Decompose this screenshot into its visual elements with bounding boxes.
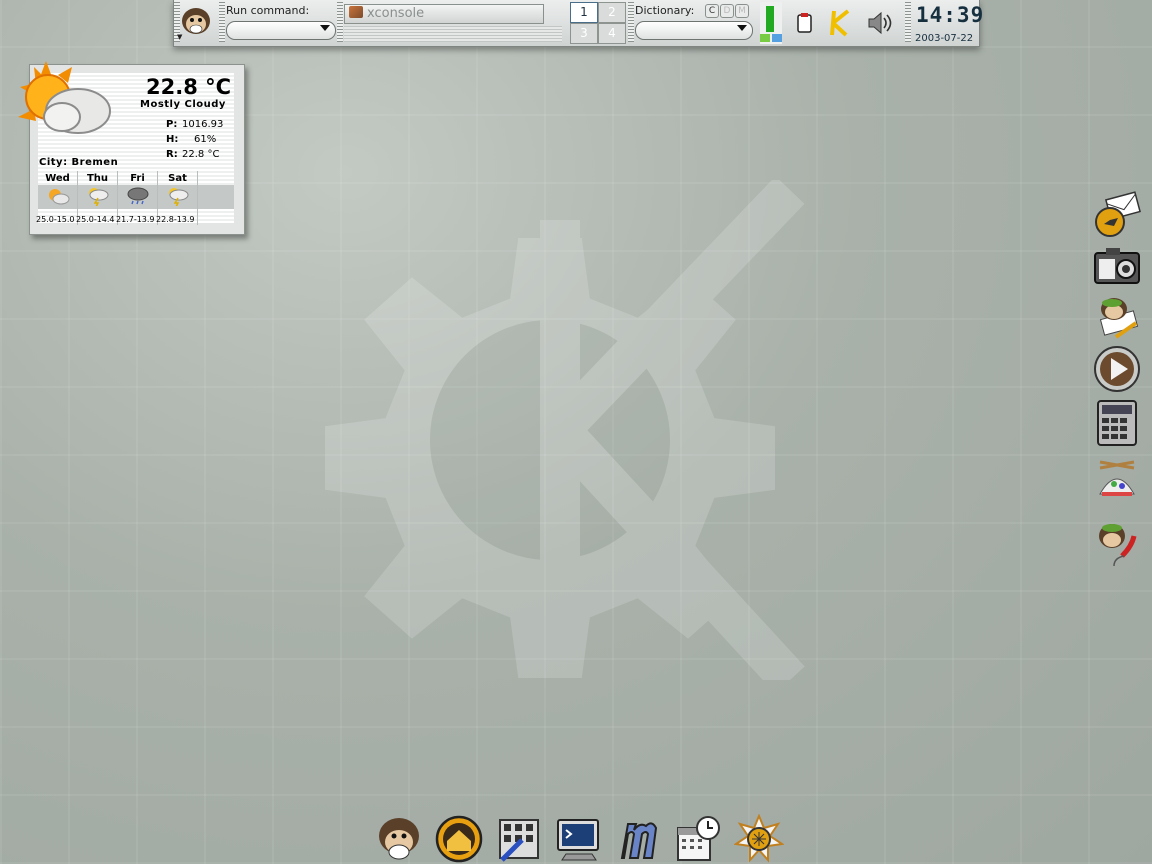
system-tray <box>786 2 906 43</box>
run-command-applet: Run command: <box>224 2 339 43</box>
forecast-day: Wed 25.0-15.0 <box>36 171 78 225</box>
run-command-combo[interactable] <box>226 21 336 40</box>
taskbar-empty-area <box>344 26 562 42</box>
monkey-notes-icon[interactable] <box>1092 293 1142 343</box>
forecast-range: 22.8-13.9 <box>156 215 195 224</box>
clock-date: 2003-07-22 <box>915 33 974 44</box>
weather-condition: Mostly Cloudy <box>140 99 226 110</box>
forecast-day-name: Wed <box>45 173 70 184</box>
kicker-panel: ▼ Run command: xconsole 1 2 3 4 Dictiona… <box>173 0 983 47</box>
weather-realfeel-row: R: 22.8 °C <box>166 149 219 160</box>
storm-cloud-icon <box>127 187 148 205</box>
task-label: xconsole <box>367 6 425 21</box>
taskbar: xconsole <box>344 2 564 43</box>
kde-k-icon[interactable] <box>828 9 852 37</box>
kmenu-button[interactable]: ▼ <box>176 2 216 43</box>
mail-icon[interactable] <box>1092 190 1142 240</box>
forecast-day-empty <box>198 171 237 225</box>
control-center-icon[interactable] <box>494 814 544 864</box>
dict-m-button[interactable]: M <box>735 4 749 18</box>
dictionary-applet: Dictionary: C D M <box>634 2 754 43</box>
forecast-day-name: Thu <box>86 173 109 184</box>
monkey-phone-icon[interactable] <box>1092 518 1142 568</box>
desktop-2-button[interactable]: 2 <box>598 2 626 23</box>
thunderstorm-icon <box>168 188 188 208</box>
web-browser-icon[interactable] <box>734 814 784 864</box>
menu-arrow-icon: ▼ <box>177 33 183 41</box>
dictionary-combo[interactable] <box>635 21 753 40</box>
thunderstorm-icon <box>88 188 108 208</box>
chevron-down-icon <box>737 25 747 31</box>
dict-c-button[interactable]: C <box>705 4 719 18</box>
calendar-clock-icon[interactable] <box>674 814 724 864</box>
monkey-icon[interactable] <box>374 814 424 864</box>
terminal-icon[interactable] <box>554 814 604 864</box>
kde-logo-watermark <box>325 180 805 680</box>
klipper-clipboard-icon[interactable] <box>796 12 814 34</box>
forecast-range: 25.0-14.4 <box>76 215 115 224</box>
mostly-cloudy-icon <box>18 61 111 134</box>
weather-widget[interactable]: 22.8 °C Mostly Cloudy P: 1016.93 H: 61% R:… <box>18 61 245 235</box>
desktop-pager: 1 2 3 4 <box>570 2 626 44</box>
panel-handle[interactable] <box>905 2 911 42</box>
system-load-applet[interactable] <box>760 2 782 44</box>
desktop-3-button[interactable]: 3 <box>570 23 598 44</box>
calculator-icon[interactable] <box>1092 398 1142 448</box>
chevron-down-icon <box>320 25 330 31</box>
realfeel-value: 22.8 °C <box>182 149 220 160</box>
forecast-range: 21.7-13.9 <box>116 215 155 224</box>
humidity-label: H: <box>166 134 179 145</box>
desktop-1-button[interactable]: 1 <box>570 2 598 23</box>
clock-time: 14:39 <box>916 3 985 27</box>
forecast-range: 25.0-15.0 <box>36 215 75 224</box>
task-button-xconsole[interactable]: xconsole <box>344 4 544 24</box>
cpu-load-meter-icon <box>760 2 782 44</box>
desktop-4-button[interactable]: 4 <box>598 23 626 44</box>
weather-pressure-row: P: 1016.93 <box>166 119 223 130</box>
clock-applet[interactable]: 14:39 2003-07-22 <box>912 2 983 44</box>
forecast-day-name: Fri <box>130 173 145 184</box>
xconsole-icon <box>349 6 363 18</box>
speaker-volume-icon[interactable] <box>866 10 896 36</box>
forecast-day-name: Sat <box>168 173 187 184</box>
dict-d-button[interactable]: D <box>720 4 734 18</box>
monkey-kmenu-icon <box>182 8 210 34</box>
forecast-day: Sat 22.8-13.9 <box>156 171 198 225</box>
weather-humidity-row: H: 61% <box>166 134 216 145</box>
helicopter-hat-icon[interactable] <box>1092 456 1142 506</box>
panel-handle[interactable] <box>337 2 343 42</box>
media-player-icon[interactable] <box>1092 344 1142 394</box>
dictionary-label: Dictionary: <box>635 4 695 17</box>
forecast-day: Thu 25.0-14.4 <box>76 171 118 225</box>
camera-icon[interactable] <box>1092 243 1142 293</box>
weather-forecast: Wed 25.0-15.0 Thu 25.0-14.4 Fri 21.7-13.… <box>36 171 237 225</box>
weather-temperature: 22.8 °C <box>146 75 232 99</box>
pressure-label: P: <box>166 119 178 130</box>
sun-cloud-icon <box>48 189 69 205</box>
forecast-day: Fri 21.7-13.9 <box>116 171 158 225</box>
pressure-value: 1016.93 <box>182 119 224 130</box>
home-icon[interactable] <box>434 814 484 864</box>
run-command-label: Run command: <box>226 4 310 17</box>
humidity-value: 61% <box>194 134 217 145</box>
weather-city: City: Bremen <box>39 157 119 168</box>
m-app-icon[interactable] <box>614 814 664 864</box>
realfeel-label: R: <box>166 149 178 160</box>
